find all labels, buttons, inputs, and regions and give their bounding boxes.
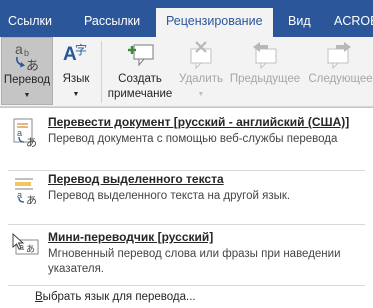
menu-item-description: Перевод документа с помощью веб-службы п…	[48, 133, 338, 145]
menu-item-translate-document[interactable]: a あ Перевести документ [русский - англий…	[0, 115, 373, 165]
menu-item-translate-selection[interactable]: a あ Перевод выделенного текста Перевод в…	[0, 172, 373, 216]
language-icon: A 字	[63, 42, 87, 65]
mini-translator-icon: a あ	[12, 232, 39, 255]
tab-view[interactable]: Вид	[288, 10, 311, 37]
next-comment-label: Следующее	[308, 73, 373, 85]
menu-item-title: Перевести документ [русский - английский…	[48, 115, 350, 129]
svg-text:b: b	[24, 48, 29, 58]
svg-text:字: 字	[75, 42, 87, 57]
tab-acrobat[interactable]: ACROE	[334, 10, 373, 37]
delete-comment-icon	[190, 41, 212, 70]
menu-item-description: Перевод выделенного текста на другой язы…	[48, 190, 291, 202]
menu-item-choose-language[interactable]: Выбрать язык для перевода...	[35, 291, 196, 303]
translate-button[interactable]: a b あ Перевод ▼	[1, 37, 53, 105]
svg-text:あ: あ	[26, 194, 37, 204]
translate-button-label: Перевод	[3, 74, 51, 86]
translate-selection-icon: a あ	[15, 178, 37, 204]
ribbon-tab-strip: Ссылки Рассылки Рецензирование Вид ACROE	[0, 0, 373, 37]
language-button[interactable]: A 字 Язык ▼	[56, 37, 96, 105]
menu-divider	[8, 170, 365, 171]
access-key-letter: В	[35, 291, 43, 303]
svg-text:a: a	[17, 128, 22, 138]
menu-divider	[8, 285, 365, 286]
svg-text:あ: あ	[26, 136, 37, 147]
next-comment-button[interactable]: Следующее	[304, 37, 373, 105]
tab-references[interactable]: Ссылки	[8, 10, 52, 37]
translate-icon: a b あ	[15, 41, 39, 71]
previous-comment-icon	[253, 42, 277, 70]
next-comment-icon	[327, 42, 351, 70]
chevron-down-icon: ▼	[197, 91, 205, 98]
chevron-down-icon: ▼	[23, 92, 31, 99]
new-comment-label-line2: примечание	[107, 88, 173, 100]
menu-item-label: ыбрать язык для перевода...	[42, 291, 196, 303]
svg-text:あ: あ	[26, 59, 39, 71]
ribbon-panel: a b あ Перевод ▼ A 字 Язык ▼ Создать приме…	[0, 37, 373, 107]
group-separator	[101, 41, 102, 103]
translate-document-icon: a あ	[13, 118, 37, 147]
menu-item-title: Перевод выделенного текста	[48, 172, 224, 186]
language-button-label: Язык	[62, 73, 90, 85]
menu-item-title: Мини-переводчик [русский]	[48, 230, 214, 244]
tab-review[interactable]: Рецензирование	[156, 8, 273, 37]
menu-item-description: Мгновенный перевод слова или фразы при н…	[48, 248, 341, 275]
new-comment-label-line1: Создать	[118, 73, 162, 85]
delete-comment-button[interactable]: Удалить ▼	[176, 37, 226, 105]
menu-divider	[8, 224, 365, 225]
new-comment-button[interactable]: Создать примечание	[107, 37, 173, 105]
new-comment-icon	[128, 44, 154, 67]
delete-comment-label: Удалить	[179, 73, 223, 85]
translate-dropdown-menu: a あ Перевести документ [русский - англий…	[0, 107, 373, 308]
svg-text:あ: あ	[26, 244, 35, 255]
previous-comment-label: Предыдущее	[229, 73, 301, 85]
chevron-down-icon: ▼	[72, 91, 80, 98]
menu-item-mini-translator[interactable]: a あ Мини-переводчик [русский] Мгновенный…	[0, 230, 373, 282]
tab-mailings[interactable]: Рассылки	[84, 10, 140, 37]
svg-text:a: a	[15, 41, 23, 57]
previous-comment-button[interactable]: Предыдущее	[228, 37, 302, 105]
